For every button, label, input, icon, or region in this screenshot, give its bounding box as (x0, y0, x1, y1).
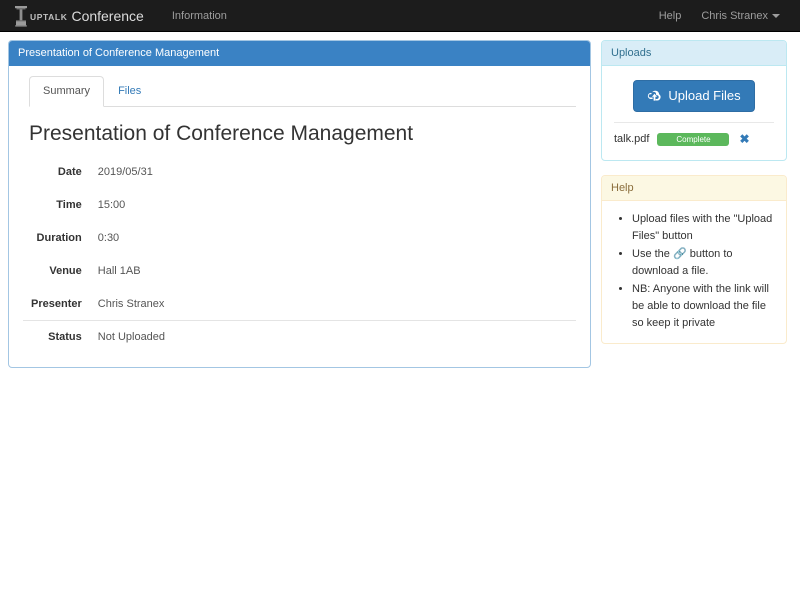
presentation-detail-table: Date 2019/05/31 Time 15:00 Duration 0:30 (23, 155, 576, 354)
table-row: Duration 0:30 (23, 222, 576, 255)
table-row: Presenter Chris Stranex (23, 288, 576, 321)
list-item: Use the 🔗 button to download a file. (632, 246, 774, 280)
presentation-panel: Presentation of Conference Management Su… (8, 40, 591, 369)
tab-files[interactable]: Files (104, 76, 155, 107)
file-upload-progress-bar: Complete (657, 132, 730, 146)
uploads-panel-heading: Uploads (602, 41, 786, 66)
brand-mark-text: UPTALK (30, 11, 68, 22)
tab-bar: Summary Files (29, 76, 576, 108)
upload-files-button-label: Upload Files (668, 88, 741, 103)
uploaded-file-list: talk.pdf Complete ✖ (614, 121, 774, 150)
file-upload-progress: Complete (657, 132, 730, 146)
help-item-list: Upload files with the "Upload Files" but… (614, 211, 774, 332)
page-container: Presentation of Conference Management Su… (0, 32, 800, 382)
detail-label-date: Date (57, 166, 82, 179)
nav-link-information[interactable]: Information (162, 0, 237, 32)
tab-summary-link[interactable]: Summary (29, 76, 105, 108)
page-title: Presentation of Conference Management (29, 122, 414, 146)
nav-link-help[interactable]: Help (649, 0, 692, 32)
tab-summary[interactable]: Summary (29, 76, 105, 108)
list-item: Upload files with the "Upload Files" but… (632, 211, 774, 245)
table-row: Time 15:00 (23, 189, 576, 222)
presentation-panel-body: Summary Files Presentation of Conference… (9, 66, 590, 367)
user-menu-dropdown[interactable]: Chris Stranex (691, 0, 790, 32)
table-row: Venue Hall 1AB (23, 255, 576, 288)
uploads-panel: Uploads Upload Files talk.pdf Complete ✖ (601, 40, 787, 161)
sidebar-column: Uploads Upload Files talk.pdf Complete ✖… (601, 40, 787, 358)
upload-button-wrap: Upload Files (614, 76, 774, 122)
detail-value-venue: Hall 1AB (97, 265, 141, 278)
help-panel-heading: Help (602, 175, 786, 201)
presentation-panel-heading: Presentation of Conference Management (9, 41, 590, 66)
help-panel: Help Upload files with the "Upload Files… (601, 174, 787, 344)
upload-files-button[interactable]: Upload Files (633, 80, 755, 112)
brand-link[interactable]: UPTALK Conference (14, 5, 144, 27)
detail-label-venue: Venue (49, 265, 82, 278)
status-badge: Not Uploaded (89, 320, 576, 354)
user-menu-label: Chris Stranex (701, 10, 768, 22)
detail-label-duration: Duration (36, 232, 82, 245)
detail-value-time: 15:00 (97, 199, 126, 212)
detail-value-presenter: Chris Stranex (97, 298, 165, 311)
navbar-right-group: Help Chris Stranex (649, 0, 790, 32)
detail-value-duration: 0:30 (97, 232, 120, 245)
detail-label-presenter: Presenter (31, 298, 82, 311)
table-row: Date 2019/05/31 (23, 156, 576, 189)
top-navbar: UPTALK Conference Information Help Chris… (0, 0, 800, 32)
tab-files-link[interactable]: Files (104, 76, 155, 107)
main-column: Presentation of Conference Management Su… (8, 40, 591, 382)
uploads-panel-body: Upload Files talk.pdf Complete ✖ (602, 66, 786, 160)
lectern-icon (14, 5, 28, 27)
help-panel-body: Upload files with the "Upload Files" but… (602, 201, 786, 343)
remove-file-button[interactable]: ✖ (737, 133, 751, 145)
brand-name-text: Conference (71, 7, 144, 24)
chevron-down-icon (772, 14, 780, 19)
cloud-upload-icon (647, 89, 662, 102)
detail-label-time: Time (56, 199, 82, 212)
list-item: talk.pdf Complete ✖ (614, 131, 774, 150)
file-name: talk.pdf (614, 133, 650, 146)
table-row: Status Not Uploaded (23, 320, 576, 354)
detail-value-date: 2019/05/31 (97, 166, 153, 179)
list-item: NB: Anyone with the link will be able to… (632, 281, 774, 332)
detail-label-status: Status (23, 320, 90, 354)
